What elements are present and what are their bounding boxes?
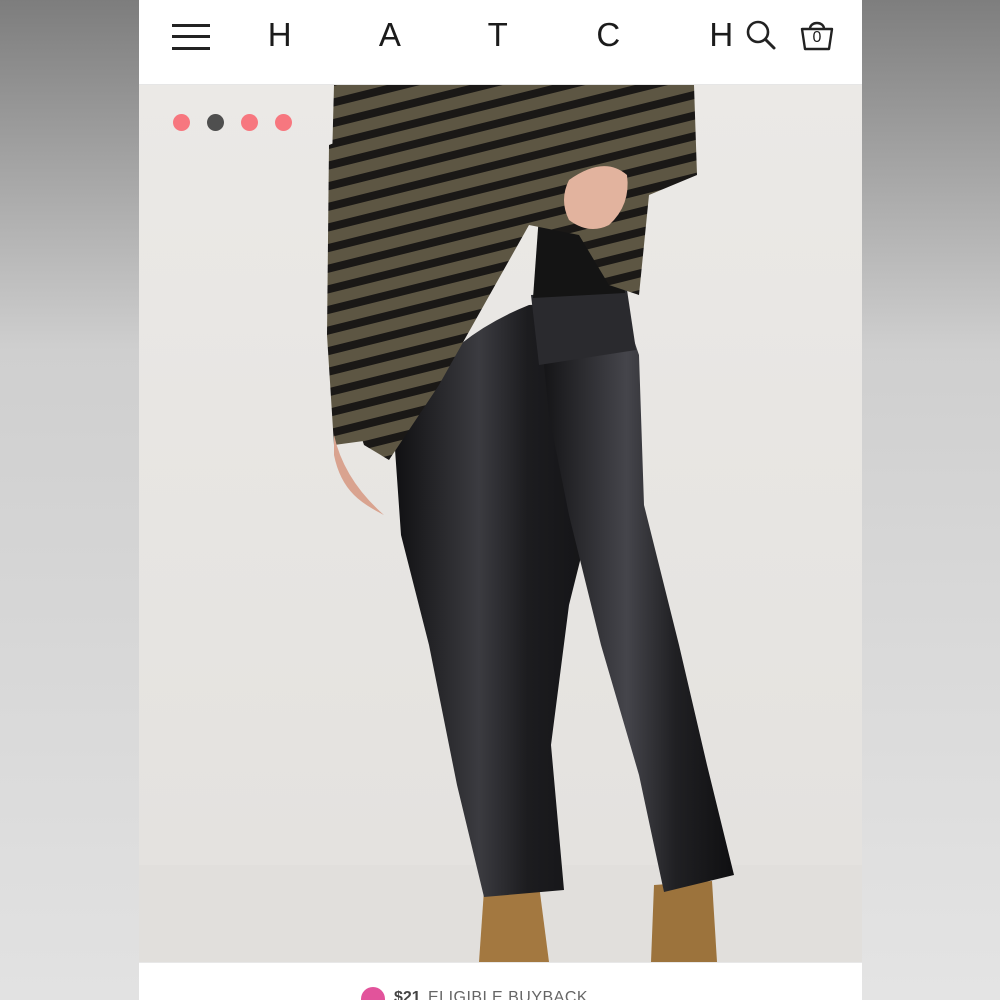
right-boot [651,881,717,962]
shopping-bag-icon[interactable]: 0 [799,18,835,52]
product-info-bar: $21 ELIGIBLE BUYBACK [139,962,862,1000]
background-blur-right [862,0,1000,1000]
carousel-dot-2[interactable] [207,114,224,131]
left-sleeve [327,125,384,445]
carousel-dot-1[interactable] [173,114,190,131]
carousel-dot-4[interactable] [275,114,292,131]
cart-count: 0 [812,29,822,46]
buyback-label: ELIGIBLE BUYBACK [428,989,589,1000]
product-photo [139,85,862,962]
buyback-badge-icon [361,987,385,1000]
site-header: H A T C H 0 [139,0,862,85]
carousel-dot-3[interactable] [241,114,258,131]
buyback-price: $21 [394,989,421,1000]
background-blur-left [0,0,139,1000]
product-page: H A T C H 0 $21 ELIGIBLE BUYBACK [139,0,862,1000]
search-icon[interactable] [745,19,777,51]
left-boot [479,885,549,962]
product-image[interactable] [139,85,862,962]
